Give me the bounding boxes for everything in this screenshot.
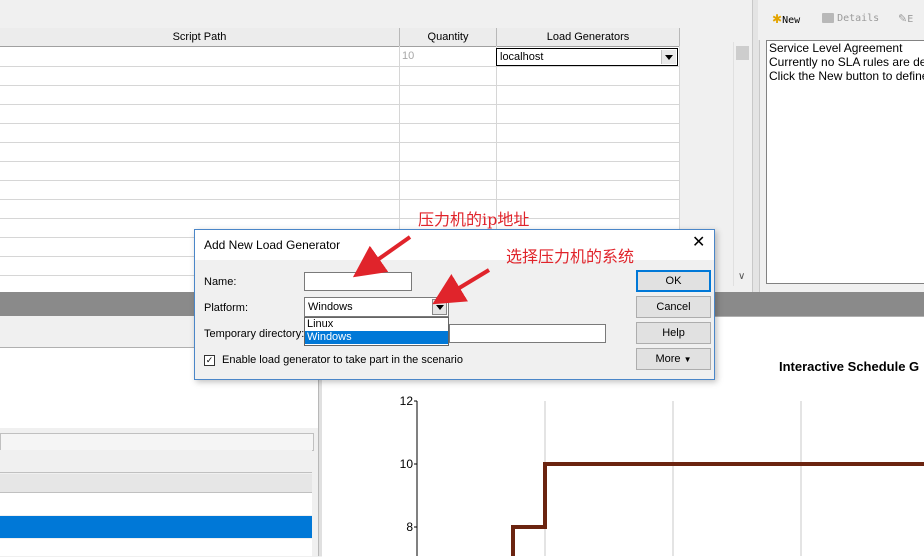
name-input[interactable] xyxy=(304,272,412,291)
platform-selected-value: Windows xyxy=(308,301,353,313)
chart-y-ticks: 12 10 8 xyxy=(400,394,417,534)
name-label: Name: xyxy=(204,276,237,288)
more-button-label: More xyxy=(655,353,681,365)
grid-row-line xyxy=(0,142,680,143)
y-tick-label: 8 xyxy=(406,520,413,534)
list-row[interactable] xyxy=(0,474,312,493)
load-generator-combo[interactable]: localhost xyxy=(496,48,678,66)
ok-button[interactable]: OK xyxy=(636,270,711,292)
dialog-titlebar: Add New Load Generator ✕ xyxy=(195,230,714,260)
add-load-generator-dialog: Add New Load Generator ✕ Name: Platform:… xyxy=(194,229,715,380)
list-row[interactable] xyxy=(0,493,312,515)
chart-grid xyxy=(416,401,802,556)
cancel-button[interactable]: Cancel xyxy=(636,296,711,318)
temp-directory-label: Temporary directory: xyxy=(204,328,305,340)
scroll-down-icon[interactable]: ∨ xyxy=(738,271,745,282)
selected-list-row[interactable] xyxy=(0,516,312,538)
column-header-script-path[interactable]: Script Path xyxy=(0,28,400,47)
double-chevron-down-icon: ▼ xyxy=(683,355,692,364)
scrollbar-thumb[interactable] xyxy=(736,46,749,60)
pane-divider[interactable] xyxy=(752,0,760,292)
details-sla-button[interactable]: Details xyxy=(822,12,879,24)
load-generator-value: localhost xyxy=(500,51,544,63)
platform-label: Platform: xyxy=(204,302,249,314)
chevron-down-icon xyxy=(436,305,444,310)
grid-row-line xyxy=(0,180,680,181)
schedule-series-line xyxy=(511,462,924,556)
sla-toolbar: ✱New Details ✎E xyxy=(758,0,924,40)
chart-series xyxy=(511,462,924,556)
annotation-platform: 选择压力机的系统 xyxy=(506,247,635,266)
grid-row-line xyxy=(0,218,680,219)
details-sla-label: Details xyxy=(837,13,880,24)
temp-directory-input[interactable] xyxy=(449,324,606,343)
sla-text-line: Currently no SLA rules are defin xyxy=(769,55,924,69)
grid-row-line xyxy=(0,199,680,200)
more-button[interactable]: More ▼ xyxy=(636,348,711,370)
dialog-title: Add New Load Generator xyxy=(204,238,341,252)
column-header-load-generators[interactable]: Load Generators xyxy=(497,28,680,47)
combo-dropdown-button[interactable] xyxy=(661,50,676,64)
grid-vertical-scrollbar[interactable]: ∨ xyxy=(733,42,751,286)
close-icon[interactable]: ✕ xyxy=(692,234,705,252)
new-sla-button[interactable]: ✱New xyxy=(772,12,800,26)
list-row[interactable] xyxy=(0,450,312,473)
grid-row-line xyxy=(0,161,680,162)
chart-title: Interactive Schedule G xyxy=(779,359,920,374)
enable-checkbox-label: Enable load generator to take part in th… xyxy=(222,354,463,366)
sla-heading: Service Level Agreement xyxy=(769,41,903,55)
new-star-icon: ✱ xyxy=(772,12,783,26)
y-tick-label: 12 xyxy=(400,394,414,408)
new-sla-label: New xyxy=(782,15,801,26)
list-row[interactable] xyxy=(0,539,312,556)
column-header-quantity[interactable]: Quantity xyxy=(400,28,497,47)
platform-option-windows[interactable]: Windows xyxy=(305,331,448,344)
annotation-ip-address: 压力机的ip地址 xyxy=(418,210,530,229)
checkmark-icon: ✓ xyxy=(205,355,214,365)
platform-dropdown-list[interactable]: Linux Windows xyxy=(304,317,449,346)
edit-sla-button[interactable]: ✎E xyxy=(898,12,913,25)
y-tick-label: 10 xyxy=(400,457,414,471)
grid-row-line xyxy=(0,104,680,105)
pencil-icon: ✎ xyxy=(898,13,908,25)
quantity-cell[interactable]: 10 xyxy=(402,50,414,62)
sla-text-line: Click the New button to define S xyxy=(769,69,924,83)
platform-option-linux[interactable]: Linux xyxy=(305,318,448,331)
enable-checkbox[interactable]: ✓ xyxy=(204,355,215,366)
platform-select[interactable]: Windows xyxy=(304,297,449,317)
list-row[interactable] xyxy=(0,433,314,451)
grid-row-line xyxy=(0,66,680,67)
schedule-chart: 12 10 8 xyxy=(400,394,924,556)
chevron-down-icon xyxy=(665,55,673,60)
platform-dropdown-button[interactable] xyxy=(432,299,447,315)
edit-sla-label: E xyxy=(907,14,914,25)
grid-row-line xyxy=(0,85,680,86)
help-button[interactable]: Help xyxy=(636,322,711,344)
sla-description-box: Service Level Agreement Currently no SLA… xyxy=(766,40,924,284)
grid-row-line xyxy=(0,123,680,124)
details-icon xyxy=(822,13,834,24)
grid-top-strip xyxy=(0,0,680,28)
